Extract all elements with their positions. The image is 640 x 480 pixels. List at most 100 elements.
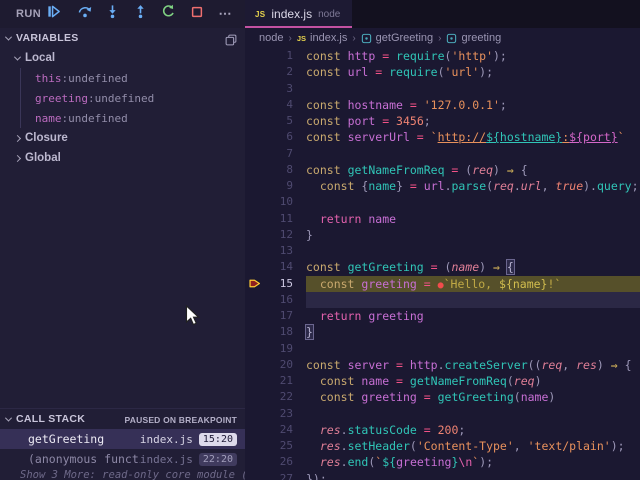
line-number[interactable]: 6: [263, 129, 306, 145]
line-number[interactable]: 11: [263, 211, 306, 227]
code-line-25[interactable]: 25 res.setHeader('Content-Type', 'text/p…: [245, 438, 640, 454]
breakpoint-gutter[interactable]: [245, 48, 263, 64]
breakpoint-gutter[interactable]: [245, 357, 263, 373]
variables-group-global[interactable]: Global: [0, 148, 245, 168]
code-text[interactable]: const getNameFromReq = (req) ⇒ {: [306, 162, 640, 178]
variable-row-greeting[interactable]: greeting: undefined: [21, 88, 245, 108]
line-number[interactable]: 15: [263, 276, 306, 292]
line-number[interactable]: 20: [263, 357, 306, 373]
breakpoint-gutter[interactable]: [245, 324, 263, 340]
breakpoint-gutter[interactable]: [245, 373, 263, 389]
code-line-11[interactable]: 11 return name: [245, 211, 640, 227]
code-text[interactable]: const http = require('http');: [306, 48, 640, 64]
breadcrumb-item-greeting[interactable]: greeting: [446, 32, 501, 44]
line-number[interactable]: 21: [263, 373, 306, 389]
call-stack-frame--anonymous-function-[interactable]: (anonymous function)index.js22:20: [0, 449, 245, 469]
line-number[interactable]: 23: [263, 406, 306, 422]
code-text[interactable]: const server = http.createServer((req, r…: [306, 357, 640, 373]
breakpoint-gutter[interactable]: [245, 389, 263, 405]
variable-row-this[interactable]: this: undefined: [21, 68, 245, 88]
breakpoint-gutter[interactable]: [245, 113, 263, 129]
line-number[interactable]: 22: [263, 389, 306, 405]
breakpoint-gutter[interactable]: [245, 162, 263, 178]
variables-group-closure[interactable]: Closure: [0, 128, 245, 148]
tab-index-js[interactable]: JS index.js node: [245, 0, 352, 28]
breakpoint-gutter[interactable]: [245, 422, 263, 438]
code-line-13[interactable]: 13: [245, 243, 640, 259]
breakpoint-gutter[interactable]: [245, 194, 263, 210]
breakpoint-gutter[interactable]: [245, 146, 263, 162]
breakpoint-gutter[interactable]: [245, 471, 263, 480]
code-line-15[interactable]: 15 const greeting = ●`Hello, ${name}!`: [245, 276, 640, 292]
debug-restart-button[interactable]: [156, 4, 180, 24]
call-stack-header[interactable]: CALL STACK PAUSED ON BREAKPOINT: [0, 409, 245, 429]
line-number[interactable]: 12: [263, 227, 306, 243]
code-line-6[interactable]: 6const serverUrl = `http://${hostname}:$…: [245, 129, 640, 145]
code-line-2[interactable]: 2const url = require('url');: [245, 64, 640, 80]
breakpoint-gutter[interactable]: [245, 64, 263, 80]
line-number[interactable]: 19: [263, 341, 306, 357]
breakpoint-gutter[interactable]: [245, 227, 263, 243]
code-text[interactable]: const greeting = getGreeting(name): [306, 389, 640, 405]
breakpoint-gutter[interactable]: [245, 341, 263, 357]
line-number[interactable]: 3: [263, 81, 306, 97]
code-text[interactable]: [306, 292, 640, 308]
code-text[interactable]: const {name} = url.parse(req.url, true).…: [306, 178, 640, 194]
breakpoint-gutter[interactable]: [245, 211, 263, 227]
code-text[interactable]: res.end(`${greeting}\n`);: [306, 454, 640, 470]
debug-stop-button[interactable]: [185, 4, 209, 24]
code-line-16[interactable]: 16: [245, 292, 640, 308]
breadcrumb-item-node[interactable]: node: [259, 32, 283, 44]
code-text[interactable]: const greeting = ●`Hello, ${name}!`: [306, 276, 640, 292]
line-number[interactable]: 25: [263, 438, 306, 454]
code-line-10[interactable]: 10: [245, 194, 640, 210]
code-editor[interactable]: 1const http = require('http');2const url…: [245, 48, 640, 480]
line-number[interactable]: 16: [263, 292, 306, 308]
line-number[interactable]: 1: [263, 48, 306, 64]
line-number[interactable]: 8: [263, 162, 306, 178]
debug-step-over-button[interactable]: [73, 4, 97, 24]
code-text[interactable]: const getGreeting = (name) ⇒ {: [306, 259, 640, 275]
line-number[interactable]: 13: [263, 243, 306, 259]
code-text[interactable]: const name = getNameFromReq(req): [306, 373, 640, 389]
breakpoint-gutter[interactable]: [245, 178, 263, 194]
debug-more-actions-button[interactable]: ⋯: [213, 4, 237, 24]
code-text[interactable]: return name: [306, 211, 640, 227]
line-number[interactable]: 18: [263, 324, 306, 340]
code-line-23[interactable]: 23: [245, 406, 640, 422]
code-text[interactable]: [306, 194, 640, 210]
variables-panel-header[interactable]: VARIABLES: [0, 28, 245, 48]
code-line-7[interactable]: 7: [245, 146, 640, 162]
code-text[interactable]: const hostname = '127.0.0.1';: [306, 97, 640, 113]
debug-step-into-button[interactable]: [100, 4, 124, 24]
line-number[interactable]: 14: [263, 259, 306, 275]
code-line-4[interactable]: 4const hostname = '127.0.0.1';: [245, 97, 640, 113]
code-text[interactable]: }: [306, 324, 640, 340]
code-text[interactable]: const port = 3456;: [306, 113, 640, 129]
code-text[interactable]: res.setHeader('Content-Type', 'text/plai…: [306, 438, 640, 454]
code-text[interactable]: [306, 243, 640, 259]
line-number[interactable]: 4: [263, 97, 306, 113]
breadcrumb-item-getgreeting[interactable]: getGreeting: [361, 32, 433, 44]
code-line-26[interactable]: 26 res.end(`${greeting}\n`);: [245, 454, 640, 470]
breadcrumb-item-index-js[interactable]: JSindex.js: [297, 32, 347, 44]
code-text[interactable]: });: [306, 471, 640, 480]
line-number[interactable]: 7: [263, 146, 306, 162]
breakpoint-gutter[interactable]: [245, 308, 263, 324]
code-text[interactable]: [306, 81, 640, 97]
breakpoint-gutter[interactable]: [245, 129, 263, 145]
debug-continue-button[interactable]: [41, 4, 65, 24]
code-text[interactable]: [306, 406, 640, 422]
breakpoint-gutter[interactable]: [245, 406, 263, 422]
code-text[interactable]: const url = require('url');: [306, 64, 640, 80]
line-number[interactable]: 5: [263, 113, 306, 129]
code-text[interactable]: const serverUrl = `http://${hostname}:${…: [306, 129, 640, 145]
breakpoint-gutter[interactable]: [245, 97, 263, 113]
code-text[interactable]: res.statusCode = 200;: [306, 422, 640, 438]
code-line-8[interactable]: 8const getNameFromReq = (req) ⇒ {: [245, 162, 640, 178]
code-line-20[interactable]: 20const server = http.createServer((req,…: [245, 357, 640, 373]
code-line-17[interactable]: 17 return greeting: [245, 308, 640, 324]
code-line-9[interactable]: 9 const {name} = url.parse(req.url, true…: [245, 178, 640, 194]
line-number[interactable]: 17: [263, 308, 306, 324]
call-stack-frame-getgreeting[interactable]: getGreetingindex.js15:20: [0, 429, 245, 449]
